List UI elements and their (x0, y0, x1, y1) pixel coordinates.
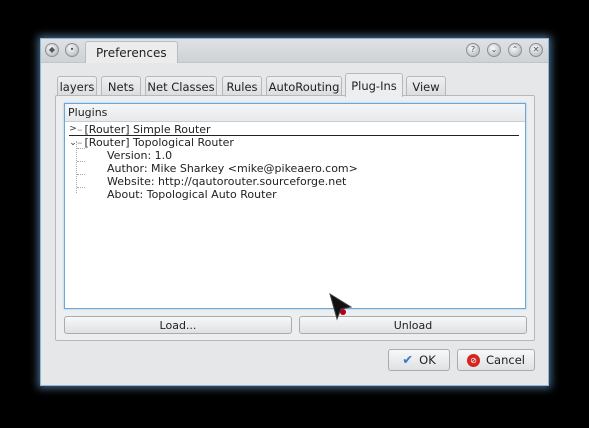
collapse-arrow-icon[interactable]: ⌄ (69, 138, 77, 148)
close-icon[interactable]: ✕ (529, 43, 543, 57)
maximize-icon[interactable]: ⌃ (508, 43, 522, 57)
mouse-cursor-icon (329, 292, 353, 321)
expand-arrow-icon[interactable]: > (69, 124, 77, 134)
window-title: Preferences (85, 41, 178, 63)
tab-layers[interactable]: layers (57, 76, 97, 96)
tree-child-author[interactable]: Author: Mike Sharkey <mike@pikeaero.com> (107, 162, 358, 175)
cancel-label: Cancel (486, 353, 525, 367)
cancel-icon: ⊘ (467, 353, 481, 367)
checkmark-icon: ✔ (402, 352, 414, 368)
tab-autorouting[interactable]: AutoRouting (266, 76, 342, 96)
tree-item-label: [Router] Topological Router (84, 136, 234, 149)
tab-view[interactable]: View (406, 76, 446, 96)
minimize-icon[interactable]: ⌄ (487, 43, 501, 57)
pin-icon[interactable]: • (65, 43, 79, 57)
tree-child-version[interactable]: Version: 1.0 (107, 149, 172, 162)
title-bar: ◆ • Preferences ? ⌄ ⌃ ✕ (41, 39, 548, 63)
tree-branch (77, 187, 85, 188)
tab-rules[interactable]: Rules (222, 76, 262, 96)
tree-child-about[interactable]: About: Topological Auto Router (107, 188, 277, 201)
tab-nets[interactable]: Nets (101, 76, 141, 96)
plugins-column-header[interactable]: Plugins (65, 104, 525, 122)
tab-net-classes[interactable]: Net Classes (145, 76, 217, 96)
plugins-panel: Plugins > – [Router] Simple Router ⌄ – [… (55, 95, 535, 341)
tree-item-topological-router[interactable]: ⌄ – [Router] Topological Router (69, 136, 234, 149)
tree-child-website[interactable]: Website: http://qautorouter.sourceforge.… (107, 175, 346, 188)
load-button[interactable]: Load... (64, 316, 292, 334)
plugins-tree[interactable]: Plugins > – [Router] Simple Router ⌄ – [… (64, 103, 526, 309)
preferences-window: ◆ • Preferences ? ⌄ ⌃ ✕ layers Nets Net … (40, 38, 549, 386)
cancel-button[interactable]: ⊘ Cancel (457, 349, 535, 371)
tree-item-simple-router[interactable]: > – [Router] Simple Router (69, 123, 519, 136)
help-icon[interactable]: ? (466, 43, 480, 57)
app-menu-icon[interactable]: ◆ (45, 43, 59, 57)
ok-label: OK (419, 353, 436, 367)
tab-plug-ins[interactable]: Plug-Ins (345, 73, 403, 97)
tree-branch (77, 174, 85, 175)
tree-item-label: [Router] Simple Router (84, 122, 211, 136)
ok-button[interactable]: ✔ OK (388, 349, 450, 371)
tree-branch (77, 161, 85, 162)
